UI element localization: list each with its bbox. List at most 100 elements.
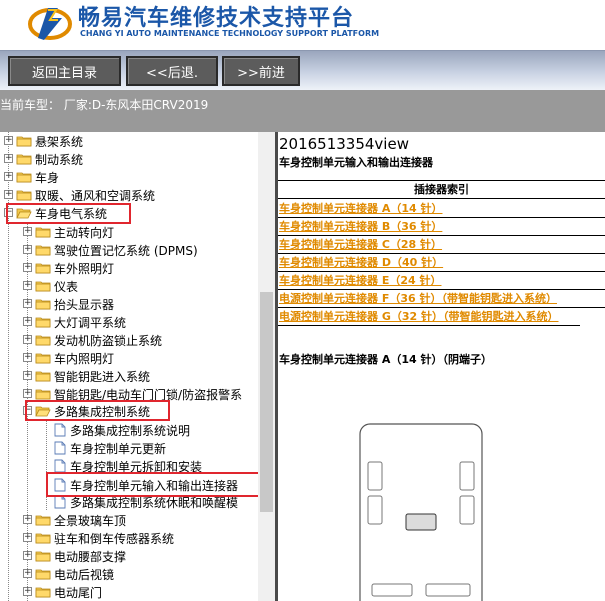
app-header: 畅易汽车维修技术支持平台 CHANG YI AUTO MAINTENANCE T… [0,0,605,50]
tree-item-label: 驾驶位置记忆系统 (DPMS) [54,243,198,258]
highlight-box [46,472,258,497]
document-icon [54,459,66,473]
connector-link[interactable]: 电源控制单元连接器 F（36 针）（带智能钥匙进入系统） [279,290,557,308]
connector-index-header: 插接器索引 [278,180,605,199]
expand-toggle-icon[interactable]: + [23,245,32,254]
document-icon [54,441,66,455]
tree-item-label: 多路集成控制系统说明 [70,423,191,438]
tree-item-label: 电动后视镜 [54,567,115,582]
folder-icon [35,353,51,364]
tree-item-label: 车身 [35,170,60,185]
folder-icon [35,389,51,400]
expand-toggle-icon[interactable]: + [23,281,32,290]
app-title: 畅易汽车维修技术支持平台 [78,6,355,31]
folder-icon [35,587,51,598]
expand-toggle-icon[interactable]: + [4,136,13,145]
expand-toggle-icon[interactable]: + [4,190,13,199]
connector-link[interactable]: 车身控制单元连接器 E（24 针） [279,272,441,290]
folder-icon [35,551,51,562]
connector-diagram [359,423,483,601]
tree-folder-item[interactable]: 驻车和倒车传感器系统 [35,529,174,547]
expand-toggle-icon[interactable]: + [23,533,32,542]
scrollbar-thumb[interactable] [260,292,273,512]
expand-toggle-icon[interactable]: + [23,371,32,380]
expand-toggle-icon[interactable]: + [23,587,32,596]
tree-folder-item[interactable]: 全景玻璃车顶 [35,511,126,529]
home-button[interactable]: 返回主目录 [8,56,121,86]
tree-folder-item[interactable]: 大灯调平系统 [35,313,126,331]
expand-toggle-icon[interactable]: + [23,389,32,398]
connector-link[interactable]: 电源控制单元连接器 G（32 针）（带智能钥匙进入系统） [279,308,559,326]
expand-toggle-icon[interactable]: + [23,353,32,362]
tree-folder-item[interactable]: 车身 [16,168,59,186]
tree-item-label: 电动腰部支撑 [54,549,127,564]
folder-icon [35,335,51,346]
expand-toggle-icon[interactable]: + [23,551,32,560]
tree-folder-item[interactable]: 智能钥匙进入系统 [35,367,150,385]
row-divider [278,325,580,326]
expand-toggle-icon[interactable]: + [23,515,32,524]
highlight-box [6,203,131,224]
tree-item-label: 车内照明灯 [54,351,115,366]
folder-icon [16,136,32,147]
folder-icon [35,317,51,328]
section-heading: 车身控制单元连接器 A（14 针）（阴端子） [279,353,492,366]
document-icon [54,495,66,509]
folder-icon [16,154,32,165]
tree-folder-item[interactable]: 电动腰部支撑 [35,547,126,565]
tree-item-label: 发动机防盗锁止系统 [54,333,163,348]
page-title: 车身控制单元输入和输出连接器 [279,156,433,169]
tree-scrollbar[interactable] [258,132,275,601]
content-panel: 2016513354view 车身控制单元输入和输出连接器 插接器索引 车身控制… [278,132,605,601]
view-title: 2016513354view [279,135,409,153]
folder-icon [35,245,51,256]
expand-toggle-icon[interactable]: + [23,227,32,236]
tree-folder-item[interactable]: 取暖、通风和空调系统 [16,186,155,204]
tree-folder-item[interactable]: 电动尾门 [35,583,102,601]
connector-link[interactable]: 车身控制单元连接器 B（36 针） [279,218,442,236]
expand-toggle-icon[interactable]: + [23,569,32,578]
tree-item-label: 制动系统 [35,152,84,167]
highlight-box [25,400,170,421]
status-bar: 当前车型： 厂家:D-东风本田CRV2019 [0,90,605,132]
folder-icon [16,172,32,183]
expand-toggle-icon[interactable]: + [23,263,32,272]
tree-folder-item[interactable]: 发动机防盗锁止系统 [35,331,162,349]
tree-item-label: 智能钥匙进入系统 [54,369,151,384]
document-icon [54,423,66,437]
connector-link[interactable]: 车身控制单元连接器 D（40 针） [279,254,443,272]
folder-icon [35,281,51,292]
folder-icon [35,533,51,544]
connector-link[interactable]: 车身控制单元连接器 A（14 针） [279,200,442,218]
tree-folder-item[interactable]: 主动转向灯 [35,223,114,241]
expand-toggle-icon[interactable]: + [4,172,13,181]
tree-item-label: 驻车和倒车传感器系统 [54,531,175,546]
tree-item-label: 仪表 [54,279,79,294]
tree-folder-item[interactable]: 悬架系统 [16,132,83,150]
folder-icon [35,569,51,580]
tree-folder-item[interactable]: 车内照明灯 [35,349,114,367]
tree-item-label: 电动尾门 [54,585,103,600]
tree-item-label: 全景玻璃车顶 [54,513,127,528]
tree-leaf-item[interactable]: 多路集成控制系统说明 [54,421,190,439]
back-button[interactable]: <<后退. [126,56,218,86]
navigation-tree: + 悬架系统 + 制动系统 + 车身 + 取暖、通风和空调系统 − 车身电气系统 + 主动转向灯 + 驾驶… [0,132,258,601]
tree-folder-item[interactable]: 抬头显示器 [35,295,114,313]
logo-icon [28,8,72,40]
folder-icon [35,371,51,382]
tree-folder-item[interactable]: 制动系统 [16,150,83,168]
expand-toggle-icon[interactable]: + [23,335,32,344]
expand-toggle-icon[interactable]: + [4,154,13,163]
expand-toggle-icon[interactable]: + [23,299,32,308]
tree-folder-item[interactable]: 车外照明灯 [35,259,114,277]
tree-folder-item[interactable]: 电动后视镜 [35,565,114,583]
tree-item-label: 悬架系统 [35,134,84,149]
connector-link[interactable]: 车身控制单元连接器 C（28 针） [279,236,442,254]
forward-button[interactable]: >>前进 [222,56,300,86]
toolbar: 返回主目录 <<后退. >>前进 [0,50,605,90]
tree-folder-item[interactable]: 仪表 [35,277,78,295]
expand-toggle-icon[interactable]: + [23,317,32,326]
tree-leaf-item[interactable]: 车身控制单元更新 [54,439,166,457]
tree-folder-item[interactable]: 驾驶位置记忆系统 (DPMS) [35,241,198,259]
folder-icon [16,190,32,201]
